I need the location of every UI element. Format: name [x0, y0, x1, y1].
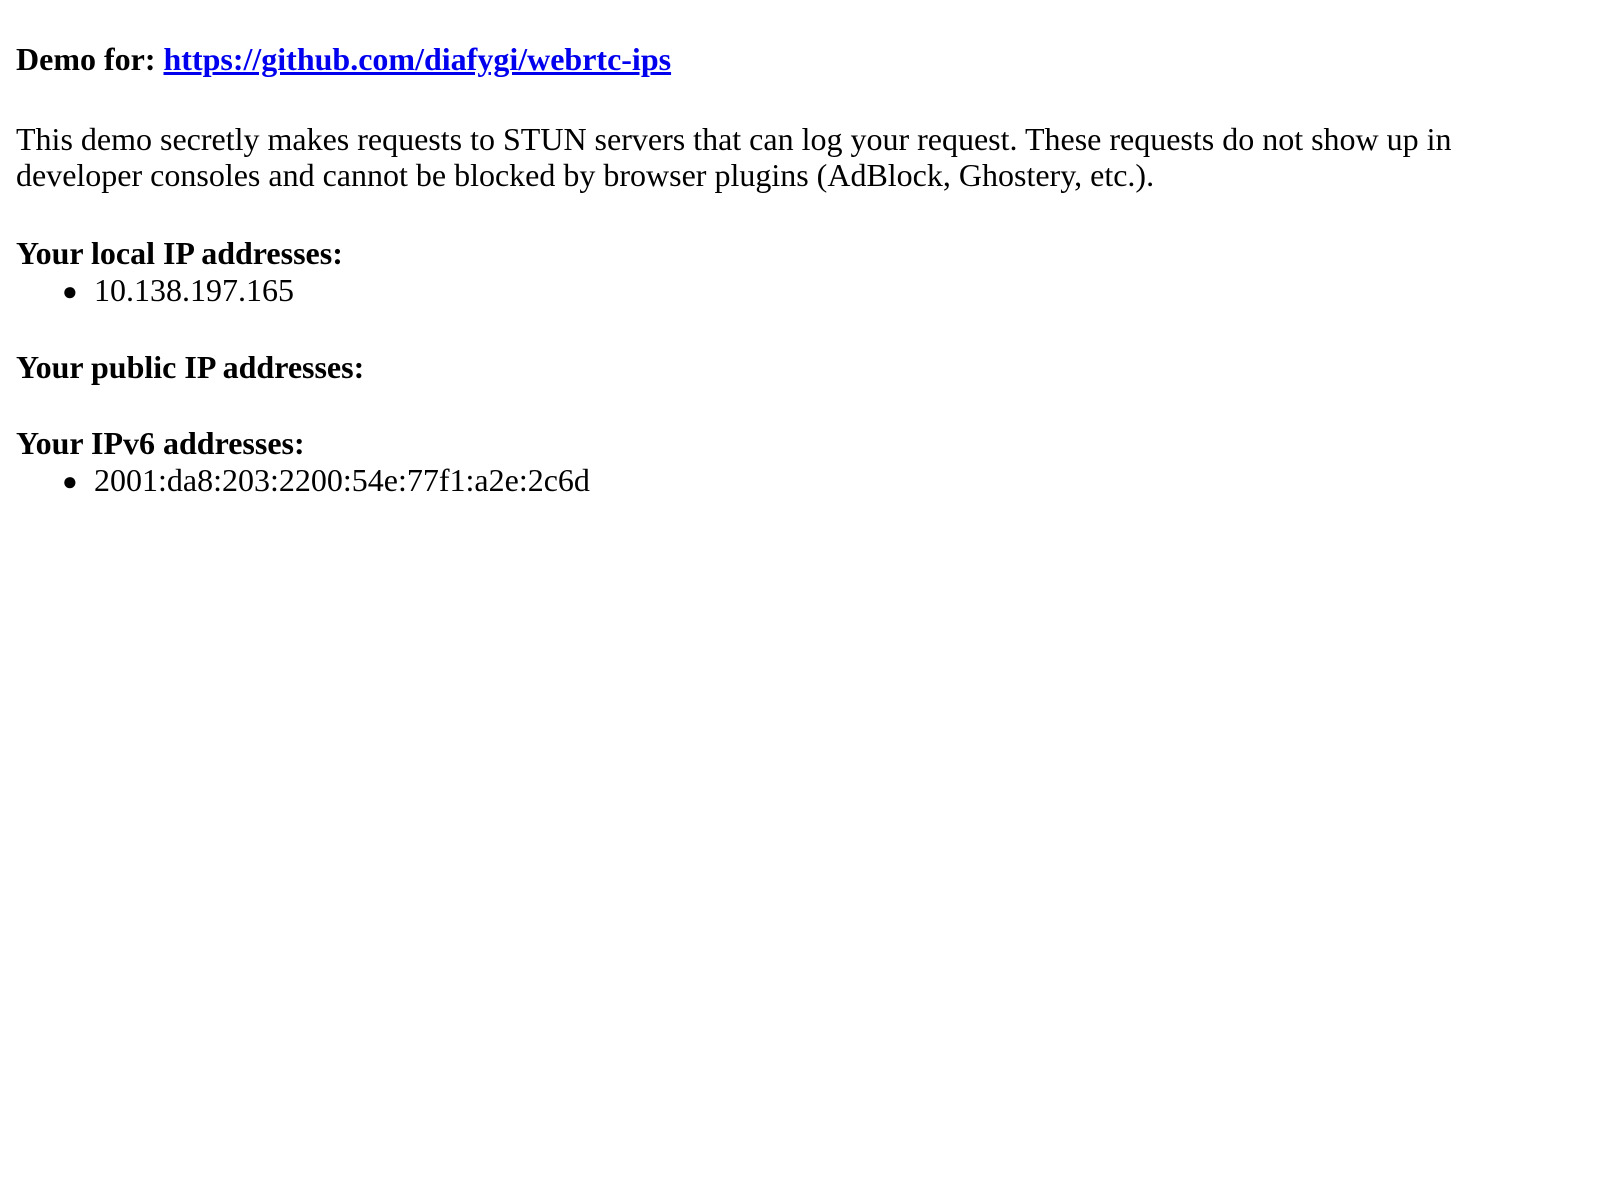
demo-label: Demo for:: [16, 41, 156, 77]
ipv6-heading: Your IPv6 addresses:: [16, 425, 305, 462]
local-ip-list: ● 10.138.197.165: [16, 272, 1584, 309]
local-ip-heading: Your local IP addresses:: [16, 235, 343, 271]
bullet-icon: ●: [62, 276, 78, 306]
public-ip-heading: Your public IP addresses:: [16, 348, 365, 385]
description-text: This demo secretly makes requests to STU…: [16, 121, 1452, 193]
ipv6-list: ● 2001:da8:203:2200:54e:77f1:a2e:2c6d: [16, 462, 1584, 499]
bullet-icon: ●: [62, 467, 78, 497]
list-item: ● 10.138.197.165: [62, 271, 1584, 309]
ipv6-address: 2001:da8:203:2200:54e:77f1:a2e:2c6d: [94, 462, 590, 499]
list-item: ● 2001:da8:203:2200:54e:77f1:a2e:2c6d: [62, 462, 1584, 499]
page-body: Demo for: https://github.com/diafygi/web…: [0, 0, 1600, 499]
repo-link[interactable]: https://github.com/diafygi/webrtc-ips: [163, 41, 671, 77]
demo-line: Demo for: https://github.com/diafygi/web…: [16, 0, 1584, 79]
local-ip-address: 10.138.197.165: [94, 271, 294, 308]
